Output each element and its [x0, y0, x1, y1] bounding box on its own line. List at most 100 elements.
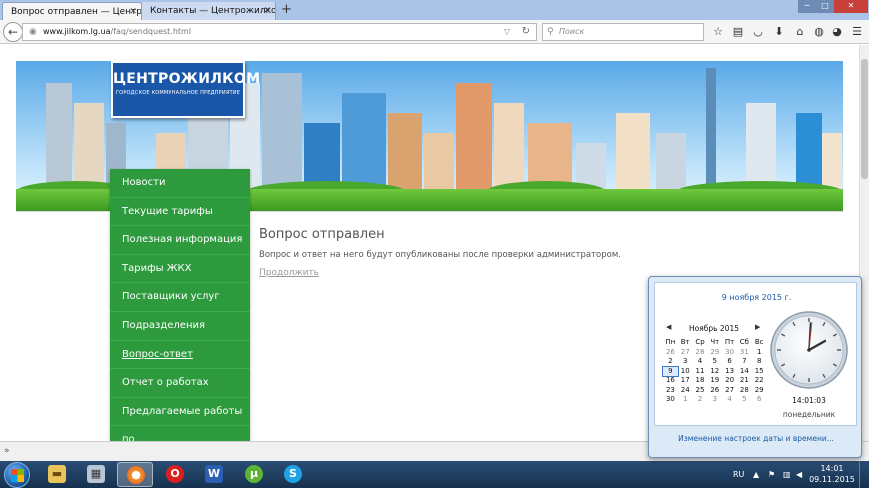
taskbar-clock[interactable]: 14:01 09.11.2015: [808, 463, 856, 485]
calendar-week: 26 27 28 29 30 31 1: [663, 348, 767, 358]
close-tab-icon[interactable]: ✕: [263, 2, 271, 20]
home-icon[interactable]: ⌂: [793, 24, 807, 40]
calendar-day[interactable]: 26: [663, 348, 678, 358]
calendar-day[interactable]: 30: [722, 348, 737, 358]
close-tab-icon[interactable]: ✕: [129, 3, 137, 20]
calendar-day[interactable]: 16: [663, 376, 678, 386]
reload-icon[interactable]: ↻: [522, 24, 530, 40]
navigation-toolbar: ← ◉ www.jilkom.lg.ua/faq/sendquest.html …: [0, 20, 869, 44]
continue-link[interactable]: Продолжить: [259, 268, 319, 278]
calendar-day[interactable]: 12: [707, 367, 722, 377]
calendar-day[interactable]: 23: [663, 386, 678, 396]
nav-item-current-tariffs[interactable]: Текущие тарифы: [110, 198, 250, 227]
nav-item-providers[interactable]: Поставщики услуг: [110, 283, 250, 312]
addon-icon[interactable]: ◍: [812, 24, 826, 40]
next-month-icon[interactable]: ▶: [755, 323, 760, 331]
taskbar-skype[interactable]: S: [275, 462, 311, 487]
calendar-day[interactable]: 3: [707, 395, 722, 405]
calendar-day[interactable]: 27: [722, 386, 737, 396]
search-input[interactable]: ⚲ Поиск: [542, 23, 704, 41]
minimize-button[interactable]: ─: [798, 0, 816, 13]
pocket-icon[interactable]: ◡: [751, 24, 765, 40]
calendar-day[interactable]: 21: [737, 376, 752, 386]
nav-item-proposed-works[interactable]: Предлагаемые работы по: [110, 398, 250, 441]
calendar-day[interactable]: 5: [737, 395, 752, 405]
calendar-day[interactable]: 14: [737, 367, 752, 377]
taskbar-opera[interactable]: O: [157, 462, 193, 487]
calendar-day-today[interactable]: 9: [662, 365, 679, 377]
show-desktop-button[interactable]: [859, 461, 869, 488]
calendar-day[interactable]: 15: [752, 367, 767, 377]
calendar-day[interactable]: 1: [678, 395, 693, 405]
volume-icon[interactable]: ◀: [796, 461, 802, 488]
menu-icon[interactable]: ☰: [850, 24, 864, 40]
calendar-day[interactable]: 28: [693, 348, 708, 358]
calendar-day[interactable]: 26: [707, 386, 722, 396]
calendar-day[interactable]: 25: [693, 386, 708, 396]
calendar-day[interactable]: 29: [752, 386, 767, 396]
overflow-chevron-icon[interactable]: »: [4, 446, 10, 456]
calendar-day[interactable]: 1: [752, 348, 767, 358]
nav-item-useful-info[interactable]: Полезная информация: [110, 226, 250, 255]
tab-active[interactable]: Вопрос отправлен — Центро... ✕: [2, 2, 142, 20]
calendar-day[interactable]: 8: [752, 357, 767, 367]
calendar-day[interactable]: 11: [693, 367, 708, 377]
calendar-day[interactable]: 30: [663, 395, 678, 405]
calendar-day[interactable]: 17: [678, 376, 693, 386]
flag-icon[interactable]: ⚑: [768, 461, 775, 488]
close-window-button[interactable]: ✕: [834, 0, 868, 13]
tray-arrow-icon[interactable]: ▲: [753, 461, 759, 488]
nav-item-faq[interactable]: Вопрос-ответ: [110, 341, 250, 370]
new-tab-button[interactable]: +: [281, 2, 292, 18]
calendar-day[interactable]: 20: [722, 376, 737, 386]
tab-strip: Вопрос отправлен — Центро... ✕ Контакты …: [0, 0, 869, 20]
long-date-link[interactable]: 9 ноября 2015 г.: [655, 293, 858, 302]
calendar-day[interactable]: 6: [722, 357, 737, 367]
calendar-day[interactable]: 19: [707, 376, 722, 386]
calendar-day[interactable]: 7: [737, 357, 752, 367]
tab-contacts[interactable]: Контакты — Центрожилком ✕: [142, 2, 276, 20]
calendar-day[interactable]: 24: [678, 386, 693, 396]
calendar-day[interactable]: 18: [693, 376, 708, 386]
calendar-day[interactable]: 10: [678, 367, 693, 377]
taskbar-firefox[interactable]: ●: [117, 462, 153, 487]
calendar-day[interactable]: 6: [752, 395, 767, 405]
calendar-day[interactable]: 5: [707, 357, 722, 367]
history-dropdown-icon[interactable]: ▽: [504, 24, 510, 40]
calendar-day[interactable]: 2: [693, 395, 708, 405]
language-indicator[interactable]: RU: [733, 461, 744, 488]
taskbar-calculator[interactable]: ▦: [78, 462, 114, 487]
start-button[interactable]: [4, 462, 30, 488]
address-bar[interactable]: ◉ www.jilkom.lg.ua/faq/sendquest.html ▽ …: [22, 23, 537, 41]
calendar-day[interactable]: 22: [752, 376, 767, 386]
download-icon[interactable]: ⬇: [772, 24, 786, 40]
calendar-day[interactable]: 27: [678, 348, 693, 358]
calendar-day[interactable]: 13: [722, 367, 737, 377]
network-icon[interactable]: ▥: [783, 461, 791, 488]
nav-item-utility-tariffs[interactable]: Тарифы ЖКХ: [110, 255, 250, 284]
change-date-time-settings-link[interactable]: Изменение настроек даты и времени...: [649, 434, 863, 443]
nav-item-work-report[interactable]: Отчет о работах: [110, 369, 250, 398]
taskbar-explorer[interactable]: ▬: [39, 462, 75, 487]
calendar-day[interactable]: 28: [737, 386, 752, 396]
calendar-day[interactable]: 3: [678, 357, 693, 367]
scrollbar-thumb[interactable]: [861, 59, 868, 179]
calendar-day[interactable]: 29: [707, 348, 722, 358]
back-button[interactable]: ←: [3, 22, 23, 42]
chat-icon[interactable]: ◕: [830, 24, 844, 40]
calendar-day[interactable]: 4: [722, 395, 737, 405]
maximize-button[interactable]: □: [816, 0, 834, 13]
taskbar-word[interactable]: W: [196, 462, 232, 487]
calendar-month[interactable]: Ноябрь 2015: [665, 324, 763, 333]
site-logo[interactable]: ЦЕНТРОЖИЛКОМ ГОРОДСКОЕ КОММУНАЛЬНОЕ ПРЕД…: [111, 61, 260, 118]
taskbar-utorrent[interactable]: µ: [236, 462, 272, 487]
calendar-day[interactable]: 2: [663, 357, 678, 367]
calendar-day[interactable]: 31: [737, 348, 752, 358]
nav-item-news[interactable]: Новости: [110, 169, 250, 198]
site-navigation: Новости Текущие тарифы Полезная информац…: [110, 169, 250, 441]
nav-item-divisions[interactable]: Подразделения: [110, 312, 250, 341]
bookmark-star-icon[interactable]: ☆: [711, 24, 725, 40]
bookmarks-list-icon[interactable]: ▤: [731, 24, 745, 40]
calendar-day[interactable]: 4: [693, 357, 708, 367]
tab-label: Контакты — Центрожилком: [150, 6, 276, 16]
